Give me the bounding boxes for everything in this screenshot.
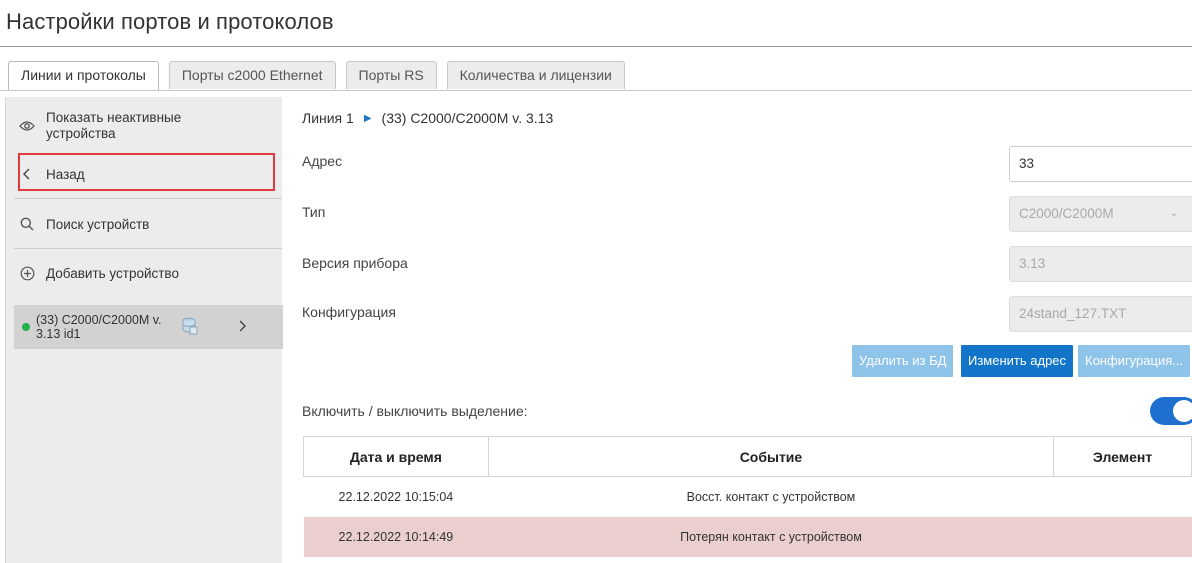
show-inactive-devices-toggle[interactable]: Показать неактивные устройства [14, 109, 282, 143]
delete-from-db-button[interactable]: Удалить из БД [852, 345, 954, 377]
chevron-left-icon [14, 168, 40, 180]
breadcrumb-device: (33) С2000/С2000М v. 3.13 [381, 110, 554, 126]
cell-datetime: 22.12.2022 10:14:49 [303, 516, 489, 557]
back-button[interactable]: Назад [14, 160, 282, 188]
cell-element [1053, 516, 1192, 557]
show-inactive-label: Показать неактивные устройства [46, 110, 182, 141]
caret-right-icon: ▶ [363, 112, 372, 124]
sidebar: Показать неактивные устройства Назад Пои… [5, 97, 283, 563]
highlight-toggle-label: Включить / выключить выделение: [302, 403, 528, 419]
add-device-label: Добавить устройство [46, 265, 179, 281]
page-title: Настройки портов и протоколов [6, 9, 334, 34]
address-label: Адрес [302, 153, 343, 169]
breadcrumb-line[interactable]: Линия 1 [302, 110, 354, 126]
back-label: Назад [46, 166, 85, 182]
address-field[interactable]: 33 [1009, 146, 1192, 182]
type-value: С2000/С2000М [1019, 206, 1114, 221]
tabs-divider [0, 90, 1192, 91]
toggle-knob [1173, 400, 1192, 422]
type-select: С2000/С2000М ⌄ [1009, 196, 1192, 232]
config-label: Конфигурация [302, 304, 396, 320]
search-icon [14, 217, 40, 231]
cell-datetime: 22.12.2022 10:15:04 [338, 489, 454, 504]
cell-event: Восст. контакт с устройством [686, 489, 856, 504]
column-header-event[interactable]: Событие [487, 436, 1055, 477]
column-header-element[interactable]: Элемент [1053, 436, 1192, 477]
configuration-button[interactable]: Конфигурация... [1078, 345, 1191, 377]
sidebar-divider [14, 198, 282, 199]
version-label: Версия прибора [302, 255, 408, 271]
tab-bar: Линии и протоколы Порты с2000 Ethernet П… [8, 61, 635, 91]
cell-event: Потерян контакт с устройством [488, 516, 1054, 557]
device-label: (33) С2000/С2000М v. 3.13 id1 [36, 313, 162, 341]
device-list-item[interactable]: (33) С2000/С2000М v. 3.13 id1 [14, 305, 283, 349]
column-header-datetime[interactable]: Дата и время [303, 436, 489, 477]
tab-rs-ports[interactable]: Порты RS [345, 61, 437, 89]
cell-element [1054, 477, 1192, 517]
type-label: Тип [302, 204, 326, 220]
config-field: 24stand_127.TXT [1009, 296, 1192, 332]
tab-licenses[interactable]: Количества и лицензии [446, 61, 625, 89]
events-table: Дата и время Событие Элемент 22.12.2022 … [303, 436, 1192, 557]
breadcrumb: Линия 1 ▶ (33) С2000/С2000М v. 3.13 [302, 110, 553, 126]
eye-icon [14, 120, 40, 132]
change-address-button[interactable]: Изменить адрес [961, 345, 1074, 377]
title-divider [0, 46, 1192, 47]
chevron-right-icon [238, 320, 246, 335]
add-device-button[interactable]: Добавить устройство [14, 259, 282, 287]
search-devices-button[interactable]: Поиск устройств [14, 210, 282, 238]
chevron-down-icon: ⌄ [1169, 208, 1178, 219]
tab-c2000-ethernet[interactable]: Порты с2000 Ethernet [168, 61, 336, 89]
table-row[interactable]: 22.12.2022 10:14:49 Потерян контакт с ус… [303, 516, 1192, 557]
version-field: 3.13 [1009, 246, 1192, 282]
plus-circle-icon [14, 266, 40, 281]
search-devices-label: Поиск устройств [46, 216, 150, 232]
sidebar-divider [14, 248, 282, 249]
status-dot [22, 323, 30, 331]
database-icon [182, 317, 198, 338]
tab-lines-protocols[interactable]: Линии и протоколы [8, 61, 159, 91]
table-row[interactable]: 22.12.2022 10:15:04 Восст. контакт с уст… [304, 477, 1192, 517]
highlight-toggle[interactable] [1150, 397, 1192, 425]
